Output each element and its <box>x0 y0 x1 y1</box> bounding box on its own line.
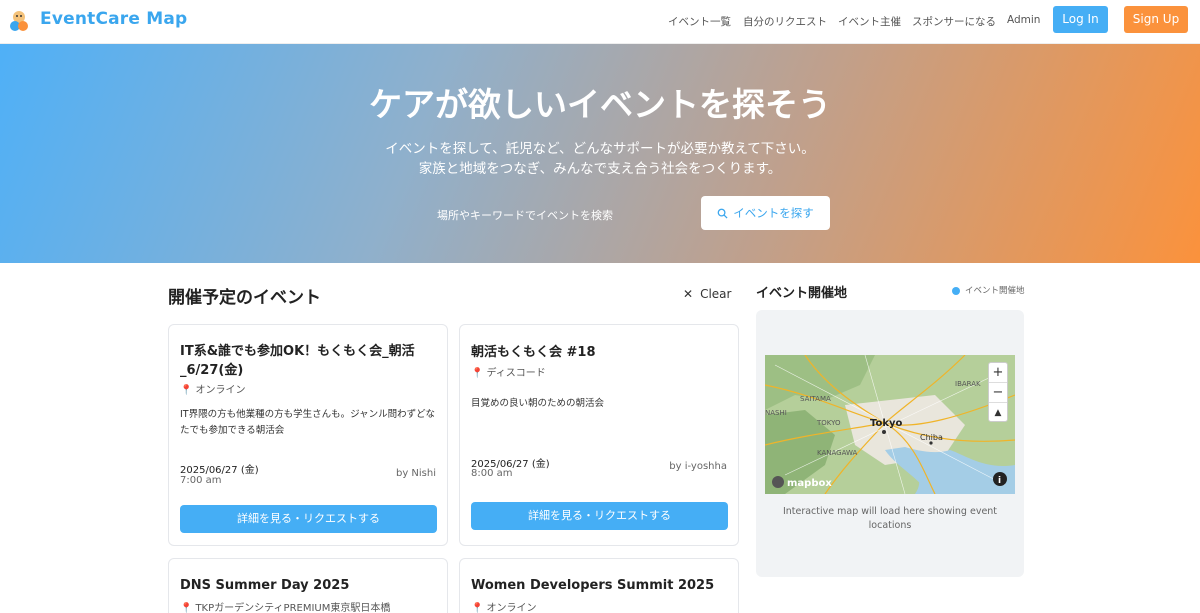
event-date: 2025/06/27 (金) <box>180 465 259 476</box>
clear-button[interactable]: ✕ Clear <box>683 287 731 301</box>
details-request-button[interactable]: 詳細を見る・リクエストする <box>471 502 728 530</box>
hero-title: ケアが欲しいイベントを探そう <box>369 85 831 124</box>
top-header: EventCare Map イベント一覧 自分のリクエスト イベント主催 スポン… <box>0 0 1200 44</box>
event-location: 📍 TKPガーデンシティPREMIUM東京駅日本橋 <box>180 599 390 613</box>
event-host: by i-yoshha <box>669 461 727 472</box>
nav-my-requests[interactable]: 自分のリクエスト <box>743 14 827 29</box>
map-label-chiba: Chiba <box>920 433 943 442</box>
zoom-out-button[interactable]: − <box>989 383 1007 403</box>
nav-event-list[interactable]: イベント一覧 <box>668 14 731 29</box>
map-label-kanagawa: KANAGAWA <box>817 449 858 457</box>
search-events-button[interactable]: イベントを探す <box>701 196 830 230</box>
mapbox-logo: mapbox <box>787 478 832 489</box>
zoom-in-button[interactable]: + <box>989 363 1007 383</box>
event-map[interactable]: SAITAMA IBARAK NASHI TOKYO Tokyo Chiba K… <box>765 355 1015 494</box>
map-pin-icon: 📍 <box>180 385 193 396</box>
search-events-label: イベントを探す <box>733 206 814 220</box>
info-icon[interactable]: i <box>998 476 1001 486</box>
event-title[interactable]: DNS Summer Day 2025 <box>180 576 438 595</box>
close-icon: ✕ <box>683 287 694 301</box>
event-location: 📍 ディスコード <box>471 364 546 379</box>
map-legend: イベント開催地 <box>952 284 1025 296</box>
legend-label: イベント開催地 <box>965 286 1025 296</box>
logo-icon[interactable] <box>7 9 31 33</box>
search-input[interactable]: 場所やキーワードでイベントを検索 <box>437 207 613 223</box>
event-card[interactable]: 朝活もくもく会 #18 📍 ディスコード 目覚めの良い朝のための朝活会 2025/… <box>459 324 739 546</box>
event-title[interactable]: Women Developers Summit 2025 <box>471 576 729 595</box>
map-placeholder-note: Interactive map will load here showing e… <box>782 506 998 531</box>
event-location: 📍 オンライン <box>180 381 245 396</box>
search-icon <box>717 208 728 219</box>
event-description: 目覚めの良い朝のための朝活会 <box>471 398 605 409</box>
nav-become-sponsor[interactable]: スポンサーになる <box>912 14 996 29</box>
legend-dot-icon <box>952 286 960 295</box>
map-image: SAITAMA IBARAK NASHI TOKYO Tokyo Chiba K… <box>765 355 1015 494</box>
map-label-yamanashi: NASHI <box>765 409 787 417</box>
compass-icon[interactable]: ▲ <box>989 403 1007 423</box>
clear-label: Clear <box>700 287 732 301</box>
nav-admin[interactable]: Admin <box>1007 14 1040 26</box>
events-section-title: 開催予定のイベント <box>168 288 321 308</box>
hero-subtitle-line-1: イベントを探して、託児など、どんなサポートが必要か教えて下さい。 <box>385 141 815 157</box>
event-description: IT界隈の方も他業種の方も学生さんも。ジャンル問わずどなたでも参加できる朝活会 <box>180 409 435 436</box>
nav-host-event[interactable]: イベント主催 <box>838 14 901 29</box>
hero-banner: ケアが欲しいイベントを探そう イベントを探して、託児など、どんなサポートが必要か… <box>0 44 1200 263</box>
map-pin-icon: 📍 <box>471 603 484 613</box>
event-card[interactable]: Women Developers Summit 2025 📍 オンライン <box>459 558 739 613</box>
hero-subtitle-line-2: 家族と地域をつなぎ、みんなで支え合う社会をつくります。 <box>418 161 782 177</box>
event-location-text: オンライン <box>486 603 537 613</box>
event-card[interactable]: IT系&誰でも参加OK！もくもく会_朝活_6/27(金) 📍 オンライン IT界隈… <box>168 324 448 546</box>
event-title[interactable]: 朝活もくもく会 #18 <box>471 343 729 362</box>
map-label-tokyo-pref: TOKYO <box>816 419 841 427</box>
event-time: 8:00 am <box>471 468 513 479</box>
signup-button[interactable]: Sign Up <box>1124 6 1188 33</box>
brand-name[interactable]: EventCare Map <box>40 9 187 29</box>
event-location-text: ディスコード <box>486 368 546 379</box>
event-location: 📍 オンライン <box>471 599 536 613</box>
map-section-title: イベント開催地 <box>756 286 848 301</box>
event-host: by Nishi <box>395 468 436 479</box>
login-button[interactable]: Log In <box>1053 6 1108 33</box>
map-label-ibaraki: IBARAK <box>955 380 981 388</box>
event-title[interactable]: IT系&誰でも参加OK！もくもく会_朝活_6/27(金) <box>180 342 438 380</box>
event-location-text: TKPガーデンシティPREMIUM東京駅日本橋 <box>195 603 391 613</box>
map-pin-icon: 📍 <box>471 368 484 379</box>
map-pin-icon: 📍 <box>180 603 193 613</box>
event-time: 7:00 am <box>180 475 222 486</box>
map-label-tokyo: Tokyo <box>870 418 903 429</box>
map-label-saitama: SAITAMA <box>800 395 831 403</box>
event-location-text: オンライン <box>195 385 246 396</box>
event-card[interactable]: DNS Summer Day 2025 📍 TKPガーデンシティPREMIUM東京… <box>168 558 448 613</box>
details-request-button[interactable]: 詳細を見る・リクエストする <box>180 505 437 533</box>
map-controls: + − ▲ <box>988 362 1008 422</box>
